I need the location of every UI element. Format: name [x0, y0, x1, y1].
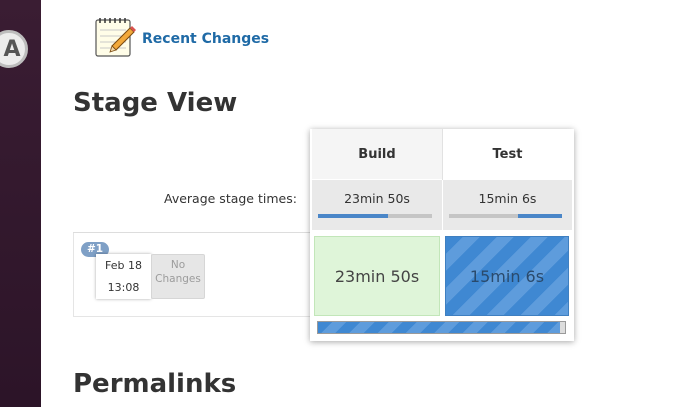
average-test-bar-fill [517, 214, 562, 218]
run-date-card[interactable]: Feb 18 13:08 [96, 254, 151, 299]
run-time: 13:08 [107, 281, 140, 294]
recent-changes-link[interactable]: Recent Changes [92, 14, 269, 60]
average-build-bar [318, 214, 432, 218]
average-build-cell: 23min 50s [312, 180, 442, 230]
row-bottom-border [73, 316, 310, 317]
notepad-pencil-icon [95, 18, 136, 57]
average-test-bar [449, 214, 562, 218]
build-stage-cell[interactable]: 23min 50s [314, 236, 440, 316]
launcher-dock: A [0, 0, 41, 407]
average-test-time: 15min 6s [478, 191, 537, 206]
run-progress-bar [317, 321, 566, 334]
average-stage-times-label: Average stage times: [164, 191, 297, 206]
row-separator [73, 232, 310, 233]
row-left-border [73, 233, 74, 317]
stage-header-test: Test [443, 129, 572, 179]
test-stage-cell[interactable]: 15min 6s [445, 236, 569, 316]
ubuntu-software-icon[interactable]: A [0, 30, 28, 68]
recent-changes-label: Recent Changes [142, 31, 270, 47]
app-letter: A [3, 36, 21, 62]
stage-header-build: Build [312, 129, 442, 179]
no-changes-box[interactable]: No Changes [151, 254, 205, 299]
stage-view-title: Stage View [73, 88, 238, 118]
run-date: Feb 18 [105, 259, 142, 272]
average-build-bar-fill [318, 214, 388, 218]
average-test-cell: 15min 6s [443, 180, 572, 230]
permalinks-title: Permalinks [73, 369, 237, 399]
run-progress-fill [318, 322, 561, 333]
average-build-time: 23min 50s [344, 191, 410, 206]
